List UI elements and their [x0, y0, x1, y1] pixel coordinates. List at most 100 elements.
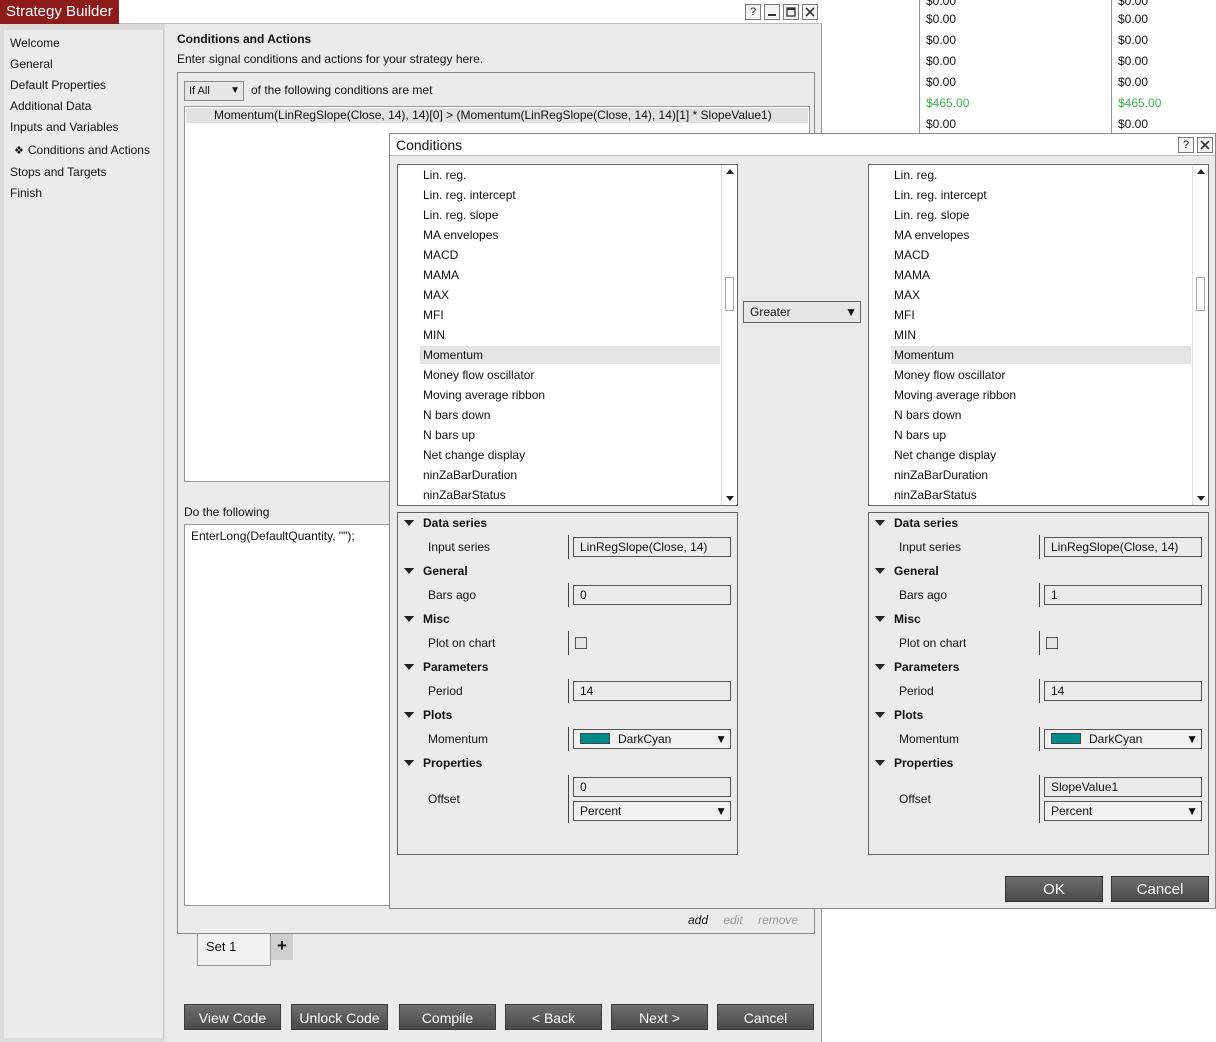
- dialog-cancel-button[interactable]: Cancel: [1111, 876, 1209, 902]
- list-item[interactable]: MIN: [420, 326, 720, 344]
- list-item[interactable]: N bars up: [891, 426, 1191, 444]
- category-misc[interactable]: Misc: [875, 610, 921, 628]
- list-item[interactable]: MFI: [891, 306, 1191, 324]
- category-misc[interactable]: Misc: [404, 610, 450, 628]
- cancel-button[interactable]: Cancel: [717, 1004, 814, 1030]
- sidebar-item-stops-and-targets[interactable]: Stops and Targets: [10, 165, 107, 179]
- sidebar-item-additional-data[interactable]: Additional Data: [10, 99, 91, 113]
- list-item[interactable]: Lin. reg. intercept: [420, 186, 720, 204]
- list-item[interactable]: Moving average ribbon: [891, 386, 1191, 404]
- bars-ago-field[interactable]: 0: [573, 585, 731, 605]
- list-item[interactable]: Lin. reg. intercept: [891, 186, 1191, 204]
- sidebar-item-general[interactable]: General: [10, 57, 53, 71]
- category-plots[interactable]: Plots: [404, 706, 452, 724]
- scroll-up-icon[interactable]: [1197, 169, 1205, 174]
- list-item[interactable]: MAX: [420, 286, 720, 304]
- category-data-series[interactable]: Data series: [404, 514, 487, 532]
- list-item[interactable]: ninZaBarStatus: [891, 486, 1191, 504]
- category-parameters[interactable]: Parameters: [875, 658, 959, 676]
- action-row[interactable]: EnterLong(DefaultQuantity, "");: [191, 529, 355, 543]
- list-item[interactable]: MIN: [891, 326, 1191, 344]
- compile-button[interactable]: Compile: [399, 1004, 496, 1030]
- list-item-selected[interactable]: Momentum: [420, 346, 720, 364]
- dialog-help-button[interactable]: ?: [1178, 137, 1194, 153]
- list-item[interactable]: MACD: [891, 246, 1191, 264]
- list-item[interactable]: ninZaBarDuration: [420, 466, 720, 484]
- period-field[interactable]: 14: [573, 681, 731, 701]
- list-item[interactable]: Lin. reg.: [891, 166, 1191, 184]
- operator-select[interactable]: Greater ▼: [743, 301, 861, 323]
- help-button[interactable]: ?: [745, 4, 761, 20]
- list-item[interactable]: Net change display: [420, 446, 720, 464]
- offset-type-select[interactable]: Percent ▼: [1044, 801, 1202, 821]
- list-item[interactable]: Lin. reg.: [420, 166, 720, 184]
- condition-mode-select[interactable]: If All ▼: [184, 81, 244, 101]
- category-properties[interactable]: Properties: [875, 754, 953, 772]
- maximize-button[interactable]: [783, 4, 799, 20]
- list-item[interactable]: Money flow oscillator: [891, 366, 1191, 384]
- list-item[interactable]: MACD: [420, 246, 720, 264]
- list-item[interactable]: Lin. reg. slope: [891, 206, 1191, 224]
- scroll-thumb[interactable]: [725, 277, 734, 311]
- offset-value-field[interactable]: 0: [573, 777, 731, 797]
- sidebar-item-default-properties[interactable]: Default Properties: [10, 78, 106, 92]
- list-item[interactable]: Lin. reg. slope: [420, 206, 720, 224]
- tab-set-1[interactable]: Set 1: [197, 934, 271, 966]
- list-item[interactable]: Moving average ribbon: [420, 386, 720, 404]
- list-item[interactable]: MA envelopes: [420, 226, 720, 244]
- list-item[interactable]: ninZaBarDuration: [891, 466, 1191, 484]
- list-item[interactable]: MAX: [891, 286, 1191, 304]
- plot-on-chart-checkbox[interactable]: [575, 637, 587, 649]
- list-item[interactable]: Money flow oscillator: [420, 366, 720, 384]
- offset-value-field[interactable]: SlopeValue1: [1044, 777, 1202, 797]
- back-button[interactable]: < Back: [505, 1004, 602, 1030]
- category-plots[interactable]: Plots: [875, 706, 923, 724]
- sidebar-item-conditions-and-actions[interactable]: ❖ Conditions and Actions: [14, 143, 150, 157]
- scroll-thumb[interactable]: [1196, 277, 1205, 311]
- scrollbar[interactable]: [721, 165, 737, 505]
- list-item[interactable]: MA envelopes: [891, 226, 1191, 244]
- scroll-down-icon[interactable]: [726, 496, 734, 501]
- category-general[interactable]: General: [404, 562, 468, 580]
- add-set-button[interactable]: +: [271, 934, 293, 960]
- scrollbar[interactable]: [1192, 165, 1208, 505]
- ok-button[interactable]: OK: [1005, 876, 1103, 902]
- left-indicator-list[interactable]: Lin. reg. Lin. reg. intercept Lin. reg. …: [397, 164, 738, 506]
- remove-link[interactable]: remove: [758, 913, 798, 927]
- plot-color-select[interactable]: DarkCyan ▼: [573, 729, 731, 749]
- unlock-code-button[interactable]: Unlock Code: [291, 1004, 388, 1030]
- category-data-series[interactable]: Data series: [875, 514, 958, 532]
- list-item[interactable]: ninZaBarStatus: [420, 486, 720, 504]
- scroll-up-icon[interactable]: [726, 169, 734, 174]
- list-item[interactable]: Net change display: [891, 446, 1191, 464]
- list-item[interactable]: N bars up: [420, 426, 720, 444]
- sidebar-item-welcome[interactable]: Welcome: [10, 36, 60, 50]
- input-series-field[interactable]: LinRegSlope(Close, 14): [573, 537, 731, 557]
- edit-link[interactable]: edit: [723, 913, 742, 927]
- next-button[interactable]: Next >: [611, 1004, 708, 1030]
- dialog-titlebar[interactable]: Conditions: [390, 134, 1215, 156]
- list-item[interactable]: MFI: [420, 306, 720, 324]
- close-button[interactable]: [802, 4, 818, 20]
- category-general[interactable]: General: [875, 562, 939, 580]
- minimize-button[interactable]: [764, 4, 780, 20]
- category-properties[interactable]: Properties: [404, 754, 482, 772]
- scroll-down-icon[interactable]: [1197, 496, 1205, 501]
- sidebar-item-inputs-and-variables[interactable]: Inputs and Variables: [10, 120, 119, 134]
- list-item[interactable]: MAMA: [891, 266, 1191, 284]
- add-link[interactable]: add: [688, 913, 708, 927]
- list-item[interactable]: N bars down: [420, 406, 720, 424]
- period-field[interactable]: 14: [1044, 681, 1202, 701]
- input-series-field[interactable]: LinRegSlope(Close, 14): [1044, 537, 1202, 557]
- condition-row[interactable]: Momentum(LinRegSlope(Close, 14), 14)[0] …: [186, 108, 808, 123]
- view-code-button[interactable]: View Code: [184, 1004, 281, 1030]
- list-item-selected[interactable]: Momentum: [891, 346, 1191, 364]
- window-titlebar[interactable]: Strategy Builder ?: [0, 0, 822, 24]
- bars-ago-field[interactable]: 1: [1044, 585, 1202, 605]
- plot-color-select[interactable]: DarkCyan ▼: [1044, 729, 1202, 749]
- offset-type-select[interactable]: Percent ▼: [573, 801, 731, 821]
- category-parameters[interactable]: Parameters: [404, 658, 488, 676]
- plot-on-chart-checkbox[interactable]: [1046, 637, 1058, 649]
- dialog-close-button[interactable]: [1197, 137, 1213, 153]
- sidebar-item-finish[interactable]: Finish: [10, 186, 42, 200]
